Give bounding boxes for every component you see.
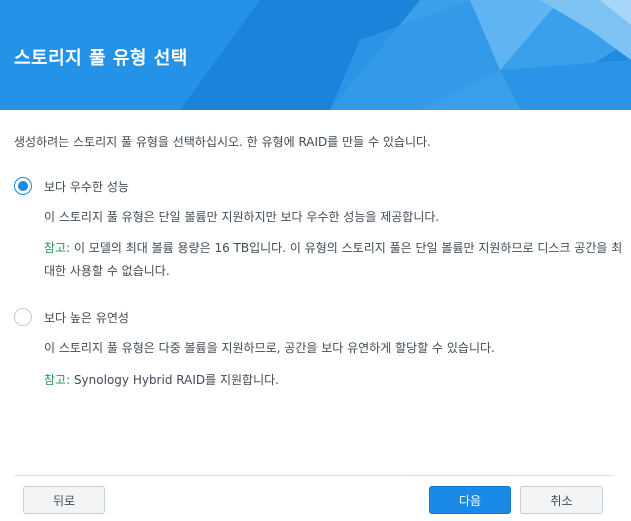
note-prefix: 참고: [44,373,71,387]
option-label: 보다 우수한 성능 [44,179,129,194]
note-prefix: 참고: [44,241,71,255]
intro-text: 생성하려는 스토리지 풀 유형을 선택하십시오. 한 유형에 RAID를 만들 … [14,135,431,149]
page-title: 스토리지 풀 유형 선택 [14,48,188,69]
option-description: 이 스토리지 풀 유형은 다중 볼륨을 지원하므로, 공간을 보다 유연하게 할… [44,341,495,355]
option-note: 참고: 이 모델의 최대 볼륨 용량은 16 TB입니다. 이 유형의 스토리지… [44,237,624,283]
footer-divider [14,475,613,476]
option-label: 보다 높은 유연성 [44,310,129,325]
radio-higher-flexibility[interactable]: 보다 높은 유연성 [14,307,129,327]
wizard-header: 스토리지 풀 유형 선택 [0,0,631,110]
radio-button-unchecked[interactable] [14,308,32,326]
radio-better-performance[interactable]: 보다 우수한 성능 [14,176,129,196]
option-note: 참고: Synology Hybrid RAID를 지원합니다. [44,369,279,391]
option-better-performance: 보다 우수한 성능 이 스토리지 풀 유형은 단일 볼륨만 지원하지만 보다 우… [14,176,622,278]
note-text: Synology Hybrid RAID를 지원합니다. [70,373,279,387]
cancel-button[interactable]: 취소 [520,486,603,514]
note-text: 이 모델의 최대 볼륨 용량은 16 TB입니다. 이 유형의 스토리지 풀은 … [44,241,623,278]
next-button[interactable]: 다음 [429,486,511,514]
back-button[interactable]: 뒤로 [23,486,105,514]
option-description: 이 스토리지 풀 유형은 단일 볼륨만 지원하지만 보다 우수한 성능을 제공합… [44,210,440,224]
radio-button-checked[interactable] [14,177,32,195]
option-higher-flexibility: 보다 높은 유연성 이 스토리지 풀 유형은 다중 볼륨을 지원하므로, 공간을… [14,307,495,387]
